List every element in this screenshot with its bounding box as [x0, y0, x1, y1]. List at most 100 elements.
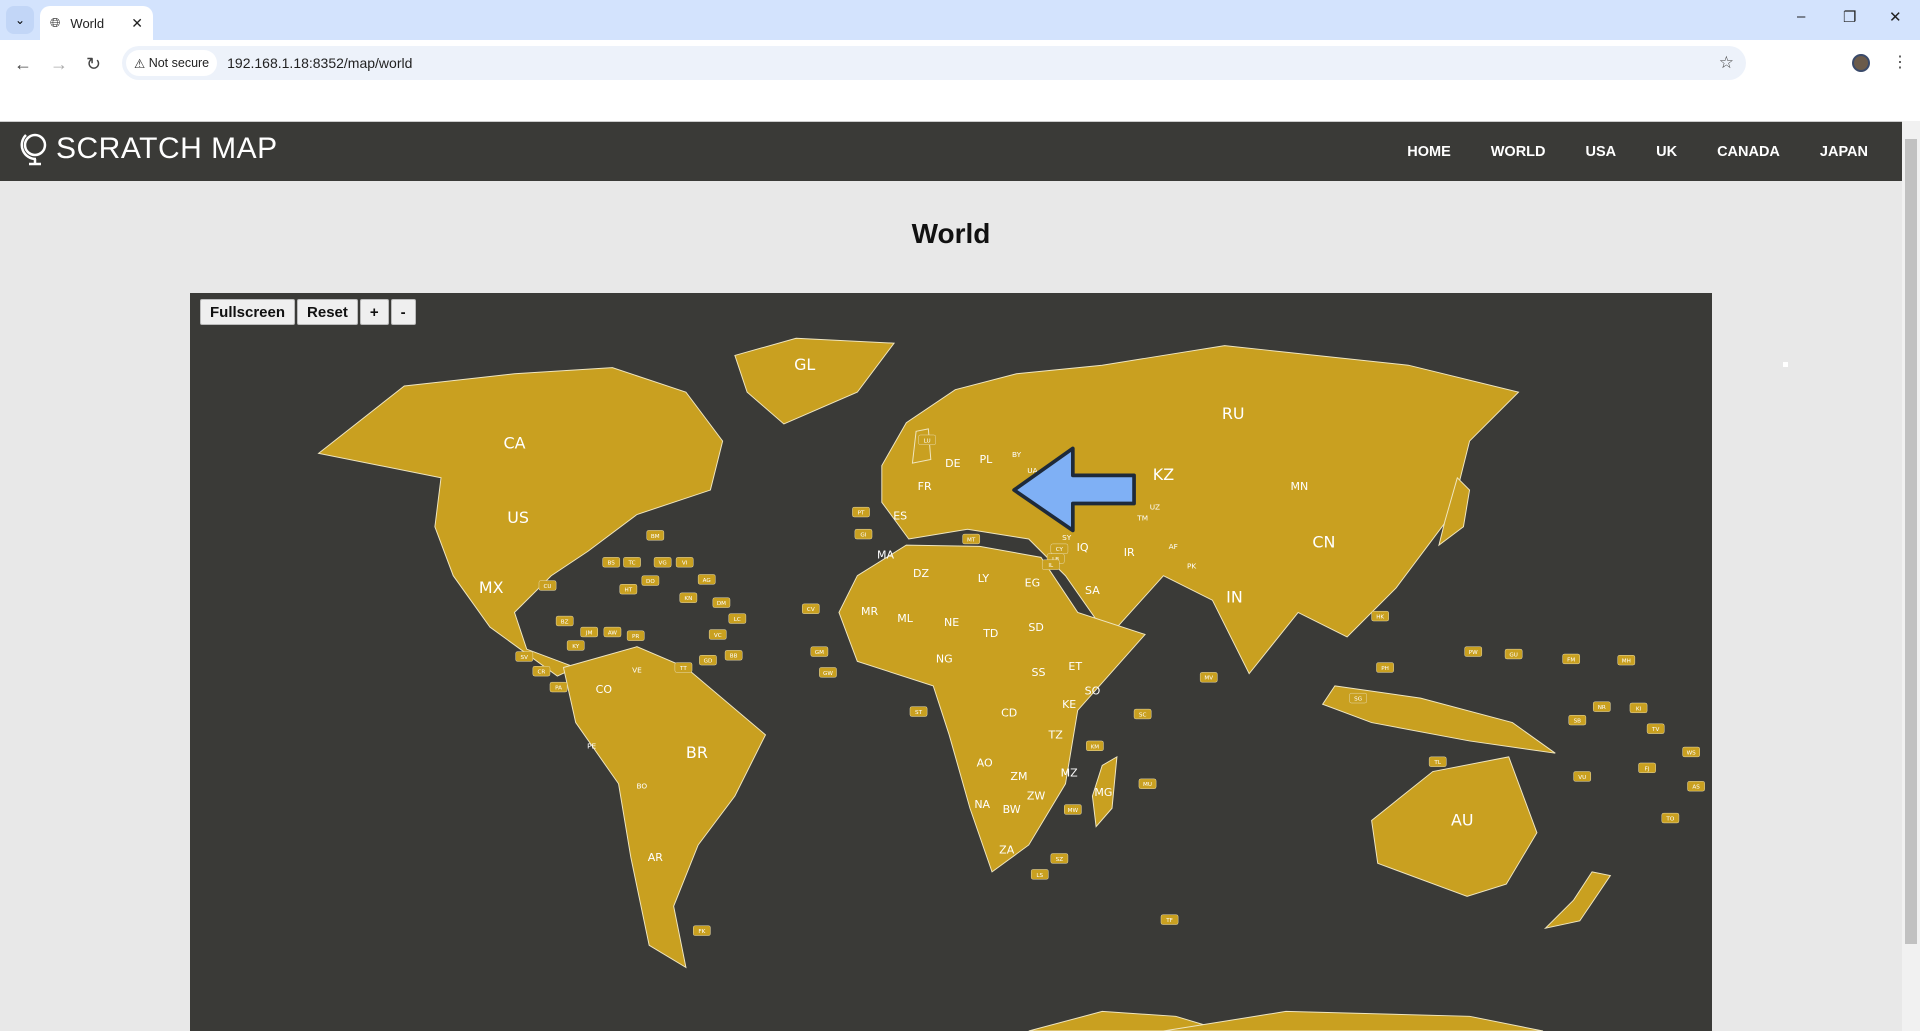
browser-tab[interactable]: 🌐︎ World ✕	[40, 6, 153, 40]
tag-label-cv[interactable]: CV	[801, 603, 820, 614]
svg-text:MH: MH	[1622, 659, 1631, 665]
tag-label-sg[interactable]: SG	[1349, 692, 1367, 704]
tag-label-do[interactable]: DO	[641, 575, 660, 586]
scrollbar-thumb[interactable]	[1905, 139, 1917, 944]
svg-text:BZ: BZ	[561, 619, 569, 625]
tag-label-ws[interactable]: WS	[1682, 746, 1701, 758]
fullscreen-button[interactable]: Fullscreen	[200, 299, 296, 325]
avatar[interactable]	[1852, 54, 1870, 72]
security-chip[interactable]: ⚠ Not secure	[126, 50, 218, 76]
tag-label-kn[interactable]: KN	[679, 592, 698, 603]
window-close-icon[interactable]: ✕	[1889, 8, 1902, 26]
land-greenland[interactable]	[734, 337, 896, 425]
tag-label-pt[interactable]: PT	[852, 506, 870, 518]
tag-label-gi[interactable]: GI	[854, 528, 873, 540]
tag-label-mt[interactable]: MT	[962, 533, 981, 545]
tag-label-tt[interactable]: TT	[674, 662, 693, 673]
back-icon[interactable]: ←	[14, 54, 32, 75]
nav-usa[interactable]: USA	[1586, 144, 1617, 160]
reload-icon[interactable]: ↻	[86, 54, 101, 75]
tag-label-sv[interactable]: SV	[515, 651, 534, 662]
nav-world[interactable]: WORLD	[1491, 144, 1546, 160]
tag-label-hk[interactable]: HK	[1371, 610, 1389, 622]
tag-label-fk[interactable]: FK	[693, 925, 711, 936]
tag-label-mw[interactable]: MW	[1064, 804, 1082, 815]
tag-label-ht[interactable]: HT	[619, 584, 638, 595]
tag-label-tf[interactable]: TF	[1160, 914, 1179, 925]
tag-label-ag[interactable]: AG	[697, 574, 716, 585]
country-label: PL	[980, 453, 994, 466]
tag-label-gm[interactable]: GM	[810, 646, 829, 657]
tab-search-button[interactable]: ⌄	[6, 6, 34, 34]
tag-label-aw[interactable]: AW	[603, 626, 622, 638]
country-label: BW	[1003, 803, 1021, 816]
tag-label-cy[interactable]: CY	[1050, 543, 1069, 554]
tag-label-fj[interactable]: FJ	[1638, 762, 1656, 774]
tag-label-fm[interactable]: FM	[1562, 653, 1581, 665]
more-menu-icon[interactable]: ⋮	[1892, 52, 1908, 72]
tag-label-km[interactable]: KM	[1086, 740, 1104, 751]
tag-label-vi[interactable]: VI	[675, 557, 694, 568]
tag-label-nr[interactable]: NR	[1592, 701, 1611, 712]
tag-label-gw[interactable]: GW	[819, 667, 837, 678]
tag-label-vc[interactable]: VC	[708, 629, 727, 640]
tag-label-gu[interactable]: GU	[1504, 648, 1523, 660]
tag-label-sb[interactable]: SB	[1568, 714, 1587, 726]
svg-text:SV: SV	[521, 655, 529, 661]
tag-label-bs[interactable]: BS	[602, 557, 621, 568]
tag-label-pw[interactable]: PW	[1464, 646, 1483, 657]
tag-label-ki[interactable]: KI	[1629, 702, 1648, 714]
tag-label-gd[interactable]: GD	[699, 655, 717, 666]
url-bar[interactable]: ⚠ Not secure 192.168.1.18:8352/map/world…	[122, 46, 1746, 80]
tag-label-vu[interactable]: VU	[1573, 771, 1592, 782]
tag-label-vg[interactable]: VG	[653, 557, 672, 568]
world-map[interactable]: Fullscreen Reset + - CA US MX GL RU KZ MN CN IN I…	[190, 293, 1712, 1031]
tag-label-bb[interactable]: BB	[724, 650, 743, 661]
nav-home[interactable]: HOME	[1407, 144, 1451, 160]
tag-label-sc[interactable]: SC	[1133, 708, 1152, 720]
tag-label-cr[interactable]: CR	[532, 666, 551, 677]
zoom-in-button[interactable]: +	[359, 299, 389, 325]
nav-canada[interactable]: CANADA	[1717, 144, 1780, 160]
tag-label-as[interactable]: AS	[1687, 781, 1705, 792]
tag-label-tv[interactable]: TV	[1646, 723, 1665, 734]
tag-label-lu[interactable]: LU	[918, 434, 936, 446]
tag-label-st[interactable]: ST	[909, 706, 928, 717]
land-antarctica-2[interactable]	[1163, 1010, 1544, 1031]
nav-uk[interactable]: UK	[1656, 144, 1677, 160]
land-new-zealand[interactable]	[1543, 871, 1612, 930]
tag-label-ph[interactable]: PH	[1376, 662, 1394, 673]
nav-japan[interactable]: JAPAN	[1820, 144, 1868, 160]
url-text[interactable]: 192.168.1.18:8352/map/world	[227, 55, 412, 71]
tag-label-dm[interactable]: DM	[712, 597, 731, 608]
tag-label-lc[interactable]: LC	[728, 613, 747, 624]
tag-label-tc[interactable]: TC	[623, 557, 641, 568]
bookmark-star-icon[interactable]: ☆	[1719, 53, 1734, 73]
svg-text:LS: LS	[1036, 873, 1043, 879]
zoom-out-button[interactable]: -	[390, 299, 416, 325]
tag-label-il[interactable]: IL	[1041, 559, 1060, 570]
logo[interactable]: SCRATCH MAP	[20, 132, 278, 166]
tag-label-ky[interactable]: KY	[566, 640, 585, 651]
tag-label-to[interactable]: TO	[1661, 812, 1680, 824]
reset-button[interactable]: Reset	[297, 299, 358, 325]
forward-icon[interactable]: →	[50, 54, 68, 75]
tag-label-ls[interactable]: LS	[1030, 869, 1049, 880]
restore-icon[interactable]: ❐	[1843, 8, 1856, 26]
page-scrollbar[interactable]	[1902, 121, 1920, 1031]
tag-label-bm[interactable]: BM	[646, 530, 665, 541]
tag-label-mu[interactable]: MU	[1138, 778, 1157, 789]
tag-label-bz[interactable]: BZ	[555, 615, 574, 627]
tag-label-jm[interactable]: JM	[580, 626, 598, 638]
tag-label-mh[interactable]: MH	[1617, 655, 1636, 666]
land-south-america[interactable]	[562, 646, 767, 969]
tag-label-mv[interactable]: MV	[1199, 672, 1218, 683]
close-tab-icon[interactable]: ✕	[131, 15, 143, 32]
tag-label-sz[interactable]: SZ	[1050, 853, 1069, 864]
minimize-icon[interactable]: –	[1797, 8, 1805, 25]
tag-label-pr[interactable]: PR	[626, 630, 645, 641]
tag-label-cu[interactable]: CU	[538, 580, 557, 591]
map-canvas[interactable]: CA US MX GL RU KZ MN CN IN IR SA BR AR CO AU CD DZ LY EG SD…	[190, 293, 1712, 1031]
tag-label-tl[interactable]: TL	[1428, 756, 1447, 767]
tag-label-pa[interactable]: PA	[549, 681, 568, 693]
